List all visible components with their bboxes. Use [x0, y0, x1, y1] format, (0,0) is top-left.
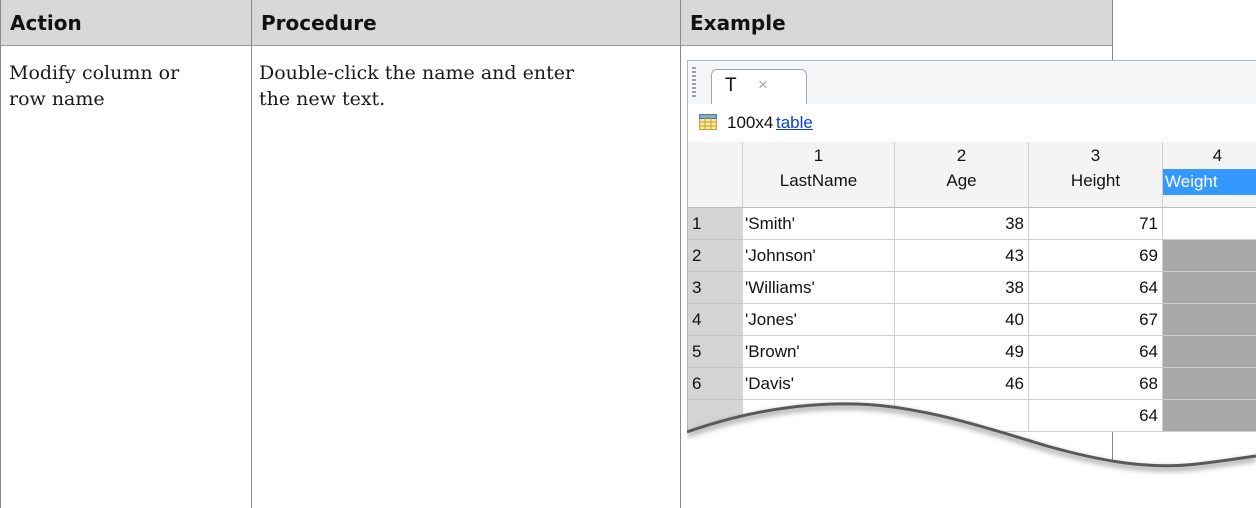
action-text-line: Modify column or: [9, 62, 180, 84]
variable-editor-screenshot: T × 100x4 table 1 LastName 2 Age 3 Heigh…: [687, 60, 1256, 508]
torn-edge-overlay: [687, 402, 1256, 508]
header-example: Example: [680, 0, 1113, 46]
procedure-text-line: the new text.: [259, 88, 386, 110]
column-divider: [251, 0, 252, 508]
procedure-text-line: Double-click the name and enter: [259, 62, 575, 84]
header-action: Action: [0, 0, 251, 46]
action-text-line: row name: [9, 88, 105, 110]
header-procedure: Procedure: [251, 0, 680, 46]
procedure-cell: Double-click the name and enter the new …: [259, 60, 574, 112]
column-divider: [0, 0, 1, 508]
action-cell: Modify column or row name: [9, 60, 179, 112]
column-divider: [680, 0, 681, 508]
